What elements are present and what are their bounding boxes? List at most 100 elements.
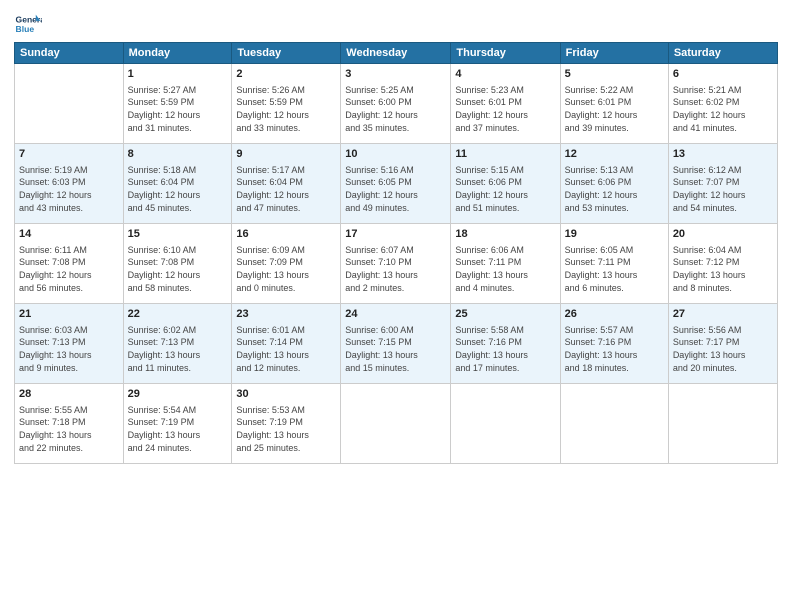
day-info: Sunrise: 5:18 AM Sunset: 6:04 PM Dayligh… <box>128 164 228 214</box>
day-info: Sunrise: 6:00 AM Sunset: 7:15 PM Dayligh… <box>345 324 446 374</box>
header-day-thursday: Thursday <box>451 43 560 64</box>
day-info: Sunrise: 5:55 AM Sunset: 7:18 PM Dayligh… <box>19 404 119 454</box>
day-info: Sunrise: 5:56 AM Sunset: 7:17 PM Dayligh… <box>673 324 773 374</box>
day-info: Sunrise: 6:12 AM Sunset: 7:07 PM Dayligh… <box>673 164 773 214</box>
calendar-cell <box>15 64 124 144</box>
day-info: Sunrise: 6:09 AM Sunset: 7:09 PM Dayligh… <box>236 244 336 294</box>
calendar-cell: 8Sunrise: 5:18 AM Sunset: 6:04 PM Daylig… <box>123 144 232 224</box>
logo: General Blue <box>14 10 42 38</box>
calendar-table: SundayMondayTuesdayWednesdayThursdayFrid… <box>14 42 778 464</box>
calendar-cell: 10 Sunrise: 5:16 AM Sunset: 6:05 PM Dayli… <box>341 144 451 224</box>
day-number: 21 <box>19 307 119 322</box>
calendar-cell: 24 Sunrise: 6:00 AM Sunset: 7:15 PM Dayli… <box>341 304 451 384</box>
day-number: 16 <box>236 227 336 242</box>
header-day-friday: Friday <box>560 43 668 64</box>
day-info: Sunrise: 5:27 AM Sunset: 5:59 PM Dayligh… <box>128 84 228 134</box>
day-info: Sunrise: 6:04 AM Sunset: 7:12 PM Dayligh… <box>673 244 773 294</box>
calendar-cell: 20 Sunrise: 6:04 AM Sunset: 7:12 PM Dayli… <box>668 224 777 304</box>
day-info: Sunrise: 6:01 AM Sunset: 7:14 PM Dayligh… <box>236 324 336 374</box>
day-number: 23 <box>236 307 336 322</box>
calendar-week-row: 28 Sunrise: 5:55 AM Sunset: 7:18 PM Dayli… <box>15 384 778 464</box>
calendar-cell: 1 Sunrise: 5:27 AM Sunset: 5:59 PM Daylig… <box>123 64 232 144</box>
calendar-cell: 14 Sunrise: 6:11 AM Sunset: 7:08 PM Dayli… <box>15 224 124 304</box>
calendar-cell <box>341 384 451 464</box>
day-info: Sunrise: 6:11 AM Sunset: 7:08 PM Dayligh… <box>19 244 119 294</box>
calendar-cell: 12 Sunrise: 5:13 AM Sunset: 6:06 PM Dayli… <box>560 144 668 224</box>
day-number: 1 <box>128 67 228 82</box>
day-number: 26 <box>565 307 664 322</box>
calendar-cell <box>451 384 560 464</box>
day-number: 29 <box>128 387 228 402</box>
day-number: 7 <box>19 147 119 162</box>
calendar-cell: 22 Sunrise: 6:02 AM Sunset: 7:13 PM Dayli… <box>123 304 232 384</box>
calendar-week-row: 7 Sunrise: 5:19 AM Sunset: 6:03 PM Daylig… <box>15 144 778 224</box>
day-number: 9 <box>236 147 336 162</box>
day-number: 3 <box>345 67 446 82</box>
header: General Blue <box>14 10 778 38</box>
day-number: 25 <box>455 307 555 322</box>
calendar-cell <box>668 384 777 464</box>
calendar-cell: 19Sunrise: 6:05 AM Sunset: 7:11 PM Dayli… <box>560 224 668 304</box>
calendar-cell: 23 Sunrise: 6:01 AM Sunset: 7:14 PM Dayli… <box>232 304 341 384</box>
day-number: 4 <box>455 67 555 82</box>
day-info: Sunrise: 6:02 AM Sunset: 7:13 PM Dayligh… <box>128 324 228 374</box>
header-day-monday: Monday <box>123 43 232 64</box>
calendar-cell: 17 Sunrise: 6:07 AM Sunset: 7:10 PM Dayli… <box>341 224 451 304</box>
calendar-cell: 9 Sunrise: 5:17 AM Sunset: 6:04 PM Daylig… <box>232 144 341 224</box>
calendar-cell: 5Sunrise: 5:22 AM Sunset: 6:01 PM Daylig… <box>560 64 668 144</box>
day-info: Sunrise: 5:58 AM Sunset: 7:16 PM Dayligh… <box>455 324 555 374</box>
day-number: 11 <box>455 147 555 162</box>
calendar-cell: 25 Sunrise: 5:58 AM Sunset: 7:16 PM Dayli… <box>451 304 560 384</box>
calendar-cell: 30Sunrise: 5:53 AM Sunset: 7:19 PM Dayli… <box>232 384 341 464</box>
calendar-cell: 16 Sunrise: 6:09 AM Sunset: 7:09 PM Dayli… <box>232 224 341 304</box>
calendar-week-row: 21 Sunrise: 6:03 AM Sunset: 7:13 PM Dayli… <box>15 304 778 384</box>
header-day-tuesday: Tuesday <box>232 43 341 64</box>
calendar-header-row: SundayMondayTuesdayWednesdayThursdayFrid… <box>15 43 778 64</box>
day-number: 22 <box>128 307 228 322</box>
day-info: Sunrise: 6:06 AM Sunset: 7:11 PM Dayligh… <box>455 244 555 294</box>
day-info: Sunrise: 5:15 AM Sunset: 6:06 PM Dayligh… <box>455 164 555 214</box>
day-info: Sunrise: 6:07 AM Sunset: 7:10 PM Dayligh… <box>345 244 446 294</box>
day-info: Sunrise: 5:57 AM Sunset: 7:16 PM Dayligh… <box>565 324 664 374</box>
day-info: Sunrise: 5:17 AM Sunset: 6:04 PM Dayligh… <box>236 164 336 214</box>
day-number: 14 <box>19 227 119 242</box>
day-info: Sunrise: 5:23 AM Sunset: 6:01 PM Dayligh… <box>455 84 555 134</box>
page: General Blue SundayMondayTuesdayWednesda… <box>0 0 792 612</box>
calendar-cell: 28 Sunrise: 5:55 AM Sunset: 7:18 PM Dayli… <box>15 384 124 464</box>
day-number: 5 <box>565 67 664 82</box>
calendar-cell: 27 Sunrise: 5:56 AM Sunset: 7:17 PM Dayli… <box>668 304 777 384</box>
calendar-cell: 2Sunrise: 5:26 AM Sunset: 5:59 PM Daylig… <box>232 64 341 144</box>
svg-text:Blue: Blue <box>16 24 35 34</box>
day-info: Sunrise: 5:13 AM Sunset: 6:06 PM Dayligh… <box>565 164 664 214</box>
day-number: 10 <box>345 147 446 162</box>
day-info: Sunrise: 5:54 AM Sunset: 7:19 PM Dayligh… <box>128 404 228 454</box>
day-number: 13 <box>673 147 773 162</box>
calendar-cell: 13 Sunrise: 6:12 AM Sunset: 7:07 PM Dayli… <box>668 144 777 224</box>
calendar-cell: 11 Sunrise: 5:15 AM Sunset: 6:06 PM Dayli… <box>451 144 560 224</box>
header-day-saturday: Saturday <box>668 43 777 64</box>
day-number: 12 <box>565 147 664 162</box>
day-info: Sunrise: 6:10 AM Sunset: 7:08 PM Dayligh… <box>128 244 228 294</box>
header-day-sunday: Sunday <box>15 43 124 64</box>
calendar-cell: 3 Sunrise: 5:25 AM Sunset: 6:00 PM Daylig… <box>341 64 451 144</box>
calendar-cell: 7 Sunrise: 5:19 AM Sunset: 6:03 PM Daylig… <box>15 144 124 224</box>
calendar-cell: 6Sunrise: 5:21 AM Sunset: 6:02 PM Daylig… <box>668 64 777 144</box>
day-info: Sunrise: 5:25 AM Sunset: 6:00 PM Dayligh… <box>345 84 446 134</box>
calendar-cell: 15Sunrise: 6:10 AM Sunset: 7:08 PM Dayli… <box>123 224 232 304</box>
day-info: Sunrise: 6:03 AM Sunset: 7:13 PM Dayligh… <box>19 324 119 374</box>
header-day-wednesday: Wednesday <box>341 43 451 64</box>
calendar-cell: 18Sunrise: 6:06 AM Sunset: 7:11 PM Dayli… <box>451 224 560 304</box>
day-number: 27 <box>673 307 773 322</box>
calendar-cell: 26 Sunrise: 5:57 AM Sunset: 7:16 PM Dayli… <box>560 304 668 384</box>
day-number: 24 <box>345 307 446 322</box>
day-info: Sunrise: 5:19 AM Sunset: 6:03 PM Dayligh… <box>19 164 119 214</box>
logo-icon: General Blue <box>14 10 42 38</box>
day-number: 20 <box>673 227 773 242</box>
calendar-cell: 29 Sunrise: 5:54 AM Sunset: 7:19 PM Dayli… <box>123 384 232 464</box>
calendar-week-row: 14 Sunrise: 6:11 AM Sunset: 7:08 PM Dayli… <box>15 224 778 304</box>
day-number: 2 <box>236 67 336 82</box>
day-info: Sunrise: 5:16 AM Sunset: 6:05 PM Dayligh… <box>345 164 446 214</box>
day-number: 28 <box>19 387 119 402</box>
day-number: 17 <box>345 227 446 242</box>
day-number: 30 <box>236 387 336 402</box>
